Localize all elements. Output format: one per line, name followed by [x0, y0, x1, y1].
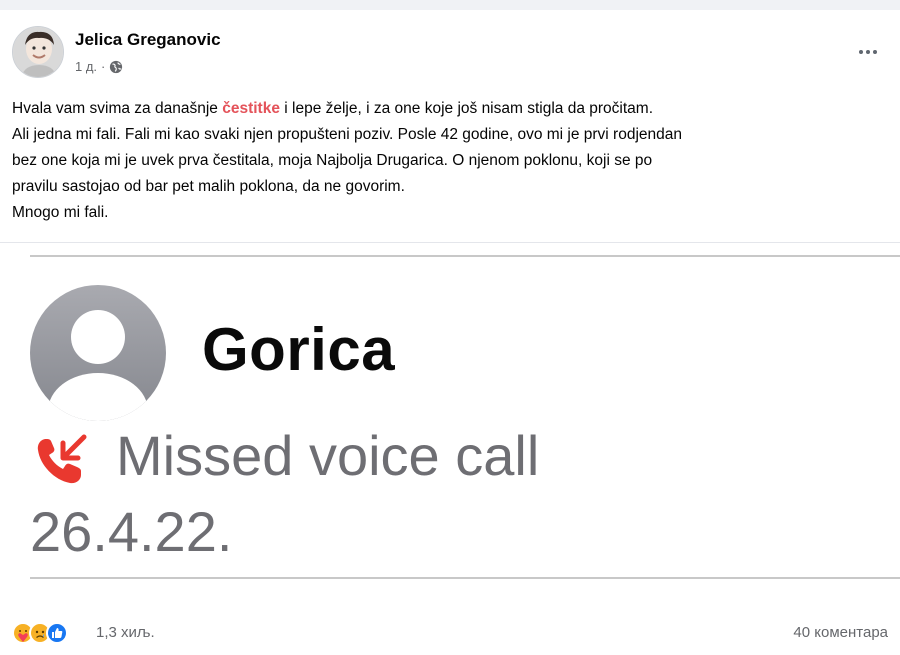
more-dot [873, 50, 877, 54]
post-image[interactable]: Gorica Missed voice call 26.4.22. [0, 242, 900, 602]
post-line: Hvala vam svima za današnje čestitke i l… [12, 100, 653, 117]
reactions-summary[interactable] [12, 622, 68, 644]
post-footer: 1,3 хиљ. 40 коментара [12, 618, 888, 648]
missed-call-label: Missed voice call [116, 424, 540, 487]
divider [30, 577, 900, 579]
post-text: Hvala vam svima za današnje čestitke i l… [12, 96, 888, 226]
reaction-count[interactable]: 1,3 хиљ. [96, 624, 155, 641]
author-avatar[interactable] [12, 26, 64, 78]
post-line: Mnogo mi fali. [12, 204, 109, 221]
contact-name: Gorica [202, 316, 396, 383]
author-name[interactable]: Jelica Greganovic [75, 30, 221, 50]
post-line: bez one koja mi je uvek prva čestitala, … [12, 152, 653, 169]
like-icon [46, 622, 68, 644]
more-dot [866, 50, 870, 54]
globe-icon [110, 60, 123, 73]
more-options-button[interactable] [850, 34, 886, 70]
comments-count[interactable]: 40 коментара [793, 624, 888, 641]
missed-call-icon [37, 434, 87, 484]
divider [30, 255, 900, 257]
call-date: 26.4.22. [30, 500, 233, 563]
post-line: pravilu sastojao od bar pet malih poklon… [12, 178, 405, 195]
post-time[interactable]: 1 д. [75, 59, 97, 74]
hashtag-link[interactable]: čestitke [222, 100, 280, 117]
post-card: Jelica Greganovic 1 д. · Hvala vam svima… [0, 10, 900, 655]
contact-avatar-icon [30, 285, 166, 421]
post-line: Ali jedna mi fali. Fali mi kao svaki nje… [12, 126, 683, 143]
more-dot [859, 50, 863, 54]
post-meta: 1 д. · [75, 59, 123, 74]
author-photo [13, 27, 63, 77]
post-header: Jelica Greganovic 1 д. · [12, 26, 888, 86]
